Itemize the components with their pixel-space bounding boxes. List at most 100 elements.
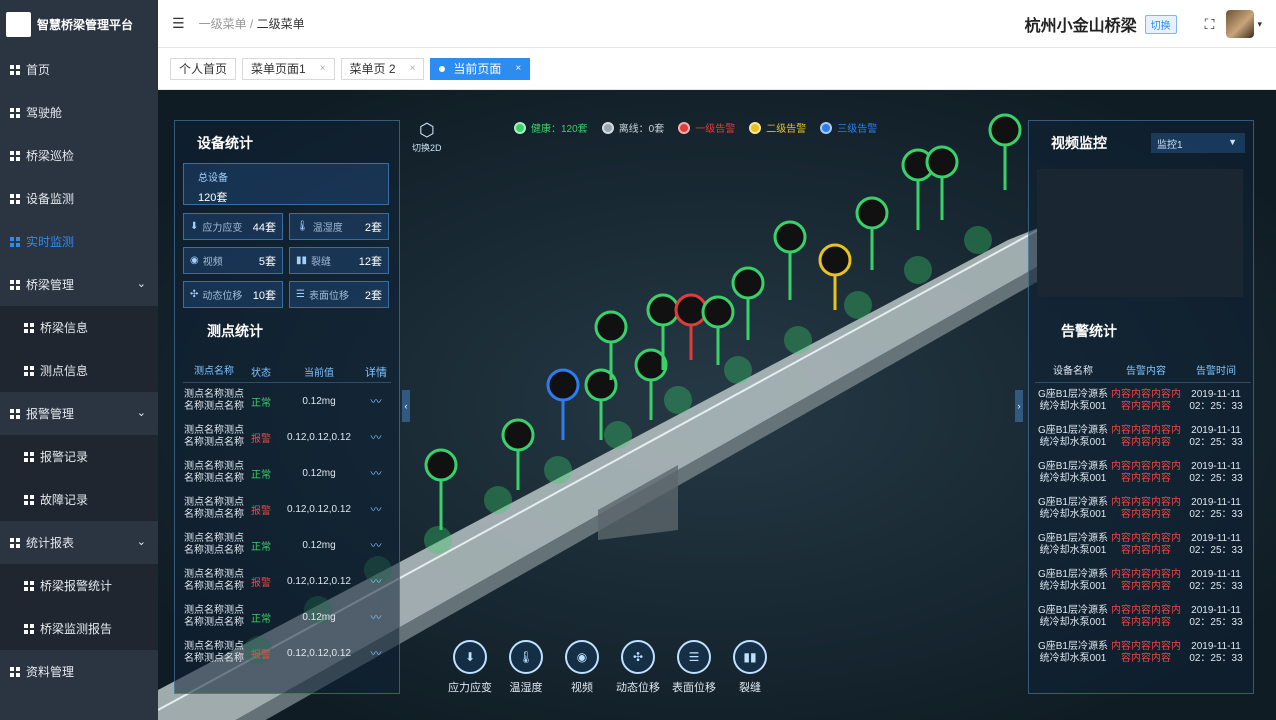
tab-menu-page-1[interactable]: 菜单页面1 ×: [242, 57, 335, 80]
table-row[interactable]: G座B1层冷源系统冷却水泵001 内容内容内容内容内容内容 2019-11-11 0…: [1035, 455, 1251, 491]
sidebar-item-home[interactable]: 首页: [0, 48, 158, 91]
switch-bridge-button[interactable]: 切换: [1144, 14, 1177, 34]
table-row[interactable]: G座B1层冷源系统冷却水泵001 内容内容内容内容内容内容 2019-11-11 0…: [1035, 491, 1251, 527]
alarm-time: 2019-11-11 02：25：33: [1189, 569, 1243, 592]
video-player[interactable]: [1037, 169, 1243, 297]
tab-current-page[interactable]: 当前页面 ×: [430, 57, 531, 80]
close-icon[interactable]: ×: [515, 63, 521, 74]
displacement-icon: ✣: [621, 640, 655, 674]
bridge-name: 杭州小金山桥梁: [1024, 18, 1137, 35]
filter-dynamic-displacement-button[interactable]: ✣ 动态位移: [610, 640, 666, 695]
breadcrumb-level1[interactable]: 一级菜单: [199, 17, 247, 31]
collapse-right-button[interactable]: ›: [1015, 390, 1023, 422]
legend-offline[interactable]: 离线：0套: [601, 120, 664, 135]
status-badge: 正常: [251, 469, 271, 481]
device-stat-video[interactable]: ◉ 视频 5套: [183, 247, 283, 274]
trend-chart-icon[interactable]: 〰: [361, 429, 391, 445]
sidebar-item-reports[interactable]: 统计报表 ⌄: [0, 521, 158, 564]
close-icon[interactable]: ×: [410, 63, 416, 74]
filter-stress-button[interactable]: ⬇ 应力应变: [442, 640, 498, 695]
table-row[interactable]: G座B1层冷源系统冷却水泵001 内容内容内容内容内容内容 2019-11-11 0…: [1035, 599, 1251, 635]
collapse-left-button[interactable]: ‹: [402, 390, 410, 422]
table-row[interactable]: 测点名称测点名称测点名称 报警 0.12,0.12,0.12 〰: [183, 563, 391, 599]
grid-icon: [24, 365, 34, 376]
filter-surface-displacement-button[interactable]: ☰ 表面位移: [666, 640, 722, 695]
close-icon[interactable]: ×: [320, 63, 326, 74]
legend-level2-alarm[interactable]: 二级告警: [749, 120, 806, 135]
sidebar-item-bridge-info[interactable]: 桥梁信息: [0, 306, 158, 349]
displacement-icon: ✣: [190, 289, 199, 300]
table-row[interactable]: 测点名称测点名称测点名称 正常 0.12mg 〰: [183, 527, 391, 563]
fullscreen-icon[interactable]: ⛶: [1205, 16, 1215, 33]
table-row[interactable]: 测点名称测点名称测点名称 报警 0.12,0.12,0.12 〰: [183, 419, 391, 455]
switch-2d-button[interactable]: ⬡ 切换2D: [412, 120, 442, 154]
filter-video-button[interactable]: ◉ 视频: [554, 640, 610, 695]
device-stat-temp-humidity[interactable]: 🌡 温湿度 2套: [289, 213, 389, 240]
current-value: 0.12,0.12,0.12: [287, 647, 351, 659]
sidebar-item-alarm-records[interactable]: 报警记录: [0, 435, 158, 478]
tab-personal-home[interactable]: 个人首页: [170, 57, 237, 80]
table-row[interactable]: 测点名称测点名称测点名称 报警 0.12,0.12,0.12 〰: [183, 491, 391, 527]
tab-menu-page-2[interactable]: 菜单页 2 ×: [340, 57, 425, 80]
table-row[interactable]: 测点名称测点名称测点名称 报警 0.12,0.12,0.12 〰: [183, 635, 391, 671]
legend-level3-alarm[interactable]: 三级告警: [820, 120, 877, 135]
status-dot-icon: [820, 121, 833, 134]
sidebar-item-cockpit[interactable]: 驾驶舱: [0, 91, 158, 134]
left-panel: 设备统计 总设备 120套 ⬇ 应力应变 44套 🌡 温湿度 2套 ◉ 视频 5套 ▮▮ 裂缝…: [174, 120, 400, 694]
filter-temp-humidity-button[interactable]: 🌡 温湿度: [498, 640, 554, 695]
filter-crack-button[interactable]: ▮▮ 裂缝: [722, 640, 778, 695]
table-row[interactable]: 测点名称测点名称测点名称 正常 0.12mg 〰: [183, 599, 391, 635]
sidebar-item-documents[interactable]: 资料管理: [0, 650, 158, 693]
trend-chart-icon[interactable]: 〰: [361, 465, 391, 481]
avatar[interactable]: [1226, 10, 1255, 38]
alarm-device: G座B1层冷源系统冷却水泵001: [1037, 533, 1108, 556]
trend-chart-icon[interactable]: 〰: [361, 501, 391, 517]
device-stat-surface-displacement[interactable]: ☰ 表面位移 2套: [289, 281, 389, 308]
sidebar-item-bridge-monitor-report[interactable]: 桥梁监测报告: [0, 607, 158, 650]
sidebar-item-inspection[interactable]: 桥梁巡检: [0, 134, 158, 177]
total-label: 总设备: [198, 173, 228, 184]
alarm-device: G座B1层冷源系统冷却水泵001: [1037, 605, 1108, 628]
sidebar-item-realtime-monitor[interactable]: 实时监测: [0, 220, 158, 263]
device-stat-crack[interactable]: ▮▮ 裂缝 12套: [289, 247, 389, 274]
table-row[interactable]: 测点名称测点名称测点名称 正常 0.12mg 〰: [183, 455, 391, 491]
point-name: 测点名称测点名称测点名称: [184, 461, 244, 484]
sidebar-item-bridge-management[interactable]: 桥梁管理 ⌄: [0, 263, 158, 306]
sidebar-item-point-info[interactable]: 测点信息: [0, 349, 158, 392]
trend-chart-icon[interactable]: 〰: [361, 393, 391, 409]
table-row[interactable]: G座B1层冷源系统冷却水泵001 内容内容内容内容内容内容 2019-11-11 0…: [1035, 419, 1251, 455]
trend-chart-icon[interactable]: 〰: [361, 537, 391, 553]
sidebar-item-fault-records[interactable]: 故障记录: [0, 478, 158, 521]
table-row[interactable]: G座B1层冷源系统冷却水泵001 内容内容内容内容内容内容 2019-11-11 0…: [1035, 383, 1251, 419]
table-row[interactable]: G座B1层冷源系统冷却水泵001 内容内容内容内容内容内容 2019-11-11 0…: [1035, 527, 1251, 563]
sidebar-item-device-monitor[interactable]: 设备监测: [0, 177, 158, 220]
trend-chart-icon[interactable]: 〰: [361, 609, 391, 625]
legend-level1-alarm[interactable]: 一级告警: [678, 120, 735, 135]
sidebar-item-label: 故障记录: [40, 493, 89, 507]
bridge-3d-map[interactable]: 健康：120套 离线：0套 一级告警 二级告警 三级告警 ⬡ 切换2D 设备统计…: [158, 90, 1276, 720]
device-stat-dynamic-displacement[interactable]: ✣ 动态位移 10套: [183, 281, 283, 308]
point-name: 测点名称测点名称测点名称: [184, 389, 244, 412]
table-row[interactable]: 测点名称测点名称测点名称 正常 0.12mg 〰: [183, 383, 391, 419]
video-source-select[interactable]: 监控1 ▼: [1151, 133, 1245, 153]
current-value: 0.12,0.12,0.12: [287, 503, 351, 515]
point-name: 测点名称测点名称测点名称: [184, 641, 244, 664]
grid-icon: [10, 666, 20, 677]
chevron-down-icon[interactable]: ▾: [1257, 19, 1262, 30]
trend-chart-icon[interactable]: 〰: [361, 573, 391, 589]
table-row[interactable]: G座B1层冷源系统冷却水泵001 内容内容内容内容内容内容 2019-11-11 0…: [1035, 635, 1251, 671]
sidebar-item-label: 桥梁管理: [26, 278, 75, 292]
device-stat-count: 5套: [258, 255, 276, 268]
tab-label: 当前页面: [453, 62, 502, 76]
table-row[interactable]: G座B1层冷源系统冷却水泵001 内容内容内容内容内容内容 2019-11-11 0…: [1035, 563, 1251, 599]
legend-healthy[interactable]: 健康：120套: [514, 120, 588, 135]
logo[interactable]: 智慧桥梁管理平台: [0, 0, 158, 48]
menu-toggle-icon[interactable]: ☰: [172, 15, 185, 32]
device-stat-stress[interactable]: ⬇ 应力应变 44套: [183, 213, 283, 240]
sidebar-item-alarm-management[interactable]: 报警管理 ⌄: [0, 392, 158, 435]
trend-chart-icon[interactable]: 〰: [361, 645, 391, 661]
right-panel: 视频监控 监控1 ▼ 告警统计 设备名称 告警内容 告警时间 G座B1层冷源系统冷…: [1028, 120, 1254, 694]
status-badge: 正常: [251, 397, 271, 409]
sidebar-item-bridge-alarm-stats[interactable]: 桥梁报警统计: [0, 564, 158, 607]
device-stat-label: 视频: [202, 257, 223, 268]
